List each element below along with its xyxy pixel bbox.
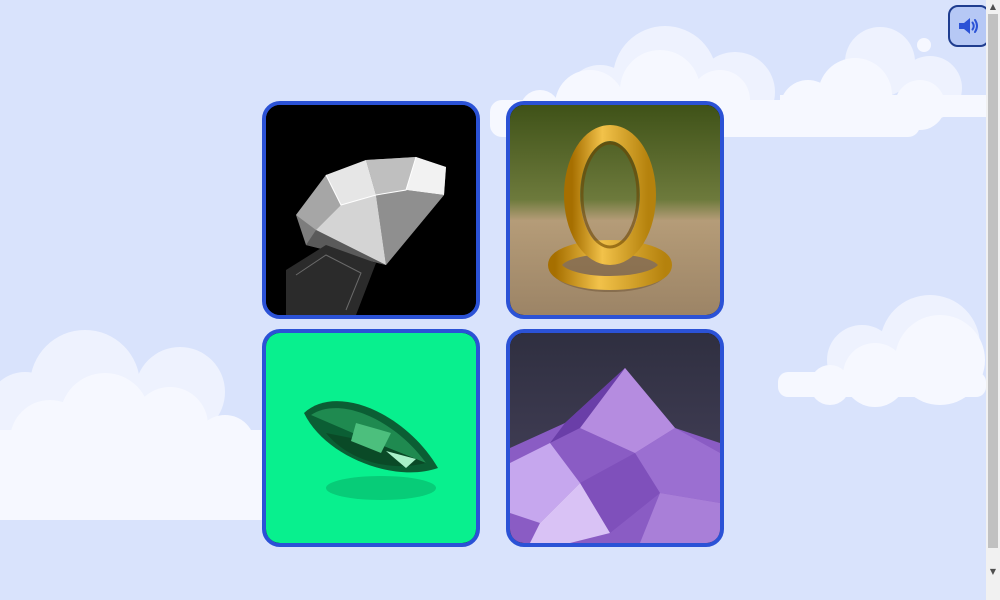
vertical-scrollbar[interactable]: ▲ ▼ bbox=[986, 0, 1000, 600]
scroll-down-arrow[interactable]: ▼ bbox=[986, 565, 1000, 579]
gold-rings-image bbox=[510, 105, 720, 315]
gem-card-emerald[interactable] bbox=[262, 329, 480, 547]
sound-button[interactable] bbox=[948, 5, 990, 47]
speaker-volume-icon bbox=[959, 18, 978, 34]
gem-card-diamond[interactable] bbox=[262, 101, 480, 319]
gem-card-gold-rings[interactable] bbox=[506, 101, 724, 319]
amethyst-image bbox=[510, 333, 720, 543]
scroll-up-arrow[interactable]: ▲ bbox=[986, 0, 1000, 14]
scroll-thumb[interactable] bbox=[988, 14, 998, 548]
cloud-background bbox=[0, 26, 986, 520]
diamond-image bbox=[266, 105, 476, 315]
gem-card-amethyst[interactable] bbox=[506, 329, 724, 547]
emerald-image bbox=[266, 333, 476, 543]
